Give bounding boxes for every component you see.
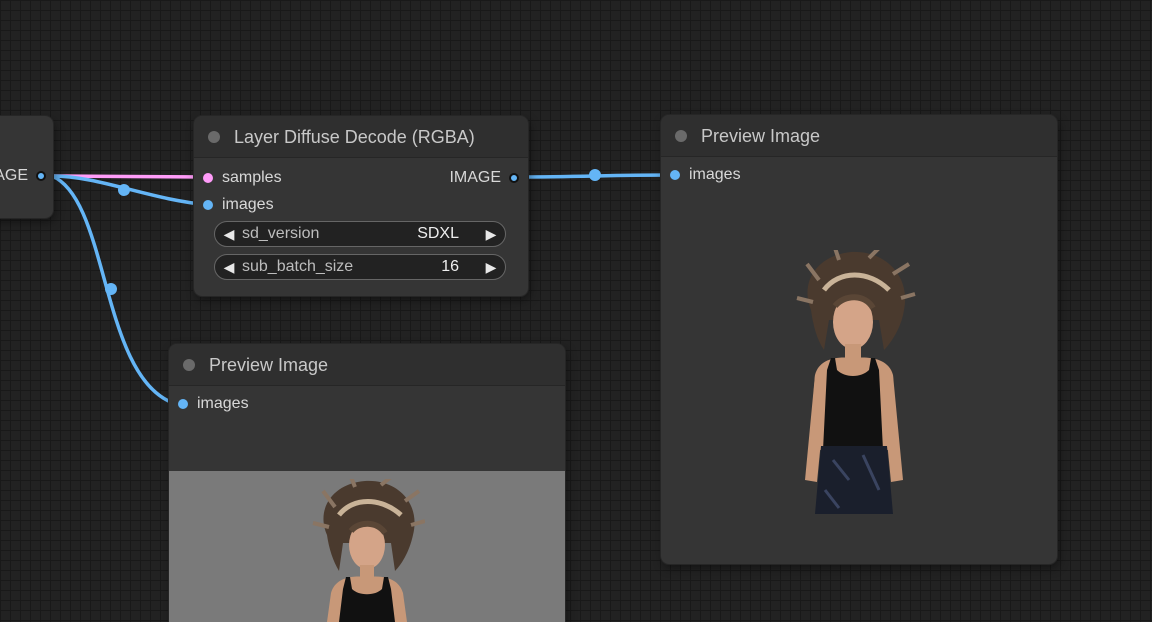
node-title: Layer Diffuse Decode (RGBA) [234,127,475,147]
input-samples[interactable]: samples [203,168,323,188]
left-arrow-icon[interactable]: ◀ [219,255,239,279]
output-port-icon[interactable] [509,173,519,183]
input-images[interactable]: images [203,195,323,215]
collapse-dot-icon[interactable] [208,131,220,143]
source-output-image[interactable]: IMAGE [0,166,46,186]
preview-person-image [312,479,425,622]
right-arrow-icon[interactable]: ▶ [481,255,501,279]
widget-value: SDXL [417,225,459,242]
source-node[interactable]: IMAGE [0,116,53,218]
right-arrow-icon[interactable]: ▶ [481,222,501,246]
node-title-bar[interactable]: Layer Diffuse Decode (RGBA) [194,116,528,158]
output-image[interactable]: IMAGE [409,168,519,188]
preview-image-rgba[interactable] [789,250,919,514]
node-title: Preview Image [701,126,821,146]
link-midpoint-handle[interactable] [105,283,117,295]
input-label: images [689,166,741,183]
input-images[interactable]: images [178,394,298,414]
node-title: Preview Image [209,355,329,375]
input-port-icon[interactable] [203,173,213,183]
sd-version-combo[interactable]: ◀ sd_version SDXL ▶ [214,221,506,247]
link-midpoint-handle[interactable] [118,184,130,196]
input-port-icon[interactable] [178,399,188,409]
input-port-icon[interactable] [203,200,213,210]
preview-image-composited[interactable] [169,471,565,622]
layer-diffuse-decode-node[interactable]: Layer Diffuse Decode (RGBA) samples imag… [194,116,528,296]
sub-batch-size-number[interactable]: ◀ sub_batch_size 16 ▶ [214,254,506,280]
preview-image-node-right[interactable]: Preview Image images [661,115,1057,564]
left-arrow-icon[interactable]: ◀ [219,222,239,246]
input-images[interactable]: images [670,165,790,185]
input-label: samples [222,169,282,186]
input-port-icon[interactable] [670,170,680,180]
widget-value: 16 [441,258,459,275]
node-title-bar[interactable]: Preview Image [661,115,1057,157]
output-port-icon[interactable] [36,171,46,181]
source-output-label: IMAGE [0,167,28,184]
input-label: images [197,395,249,412]
collapse-dot-icon[interactable] [675,130,687,142]
link-midpoint-handle[interactable] [589,169,601,181]
node-title-bar[interactable]: Preview Image [169,344,565,386]
widget-name: sd_version [242,225,320,242]
collapse-dot-icon[interactable] [183,359,195,371]
output-label: IMAGE [449,169,501,186]
preview-image-node-bottom[interactable]: Preview Image images [169,344,565,622]
node-graph-canvas[interactable]: IMAGE Layer Diffuse Decode (RGBA) sample… [0,0,1152,622]
widget-name: sub_batch_size [242,258,354,275]
input-label: images [222,196,274,213]
